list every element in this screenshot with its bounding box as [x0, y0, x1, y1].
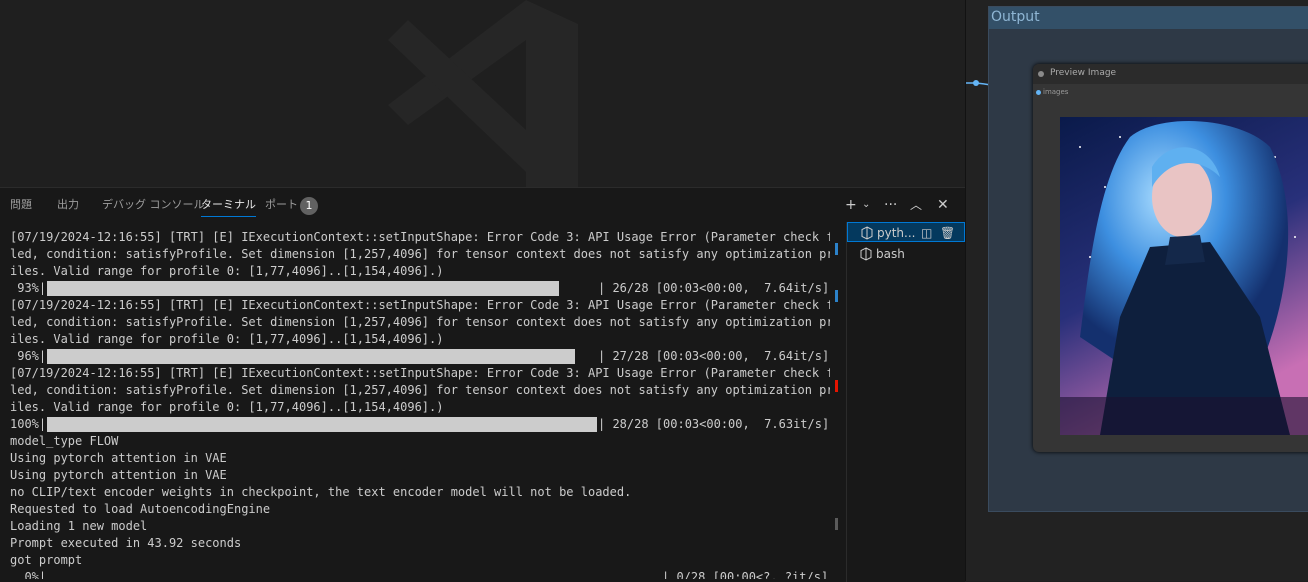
terminal-line: [07/19/2024-12:16:55] [TRT] [E] IExecuti… [10, 230, 830, 244]
vscode-watermark-icon [388, 0, 578, 187]
terminal-line: led, condition: satisfyProfile. Set dime… [10, 383, 830, 397]
terminal-python-icon [861, 226, 873, 240]
terminal-line: Using pytorch attention in VAE [10, 468, 227, 482]
node-collapse-dot-icon[interactable] [1038, 71, 1044, 77]
terminal-name: pyth... [877, 226, 916, 240]
preview-image-node[interactable]: Preview Image images [1033, 64, 1308, 452]
scroll-marker-info [835, 290, 838, 302]
progress-line: 100%| | 28/28 [00:03<00:00, 7.63it/s] [10, 416, 830, 433]
tab-problems[interactable]: 問題 [10, 198, 32, 216]
preview-image [1060, 117, 1308, 435]
ports-count-badge: 1 [300, 197, 318, 215]
progress-stats: | 28/28 [00:03<00:00, 7.63it/s] [598, 417, 830, 431]
terminal-line-highlighted: Prompt executed in 43.92 seconds [10, 536, 242, 550]
terminal-list-item-python[interactable]: pyth... ◫ 🗑 [847, 222, 965, 242]
vscode-window: 問題 出力 デバッグ コンソール ターミナル ポート 1 + ⌄ ··· ︿ ✕… [0, 0, 965, 582]
split-icon[interactable]: ◫ [921, 223, 932, 243]
panel-tabs: 問題 出力 デバッグ コンソール ターミナル ポート 1 [0, 188, 830, 222]
bottom-panel: 問題 出力 デバッグ コンソール ターミナル ポート 1 + ⌄ ··· ︿ ✕… [0, 187, 965, 582]
progress-stats: | 27/28 [00:03<00:00, 7.64it/s] [598, 349, 830, 363]
progress-line: 96%| | 27/28 [00:03<00:00, 7.64it/s] [10, 348, 830, 365]
chevron-down-icon[interactable]: ⌄ [862, 197, 870, 213]
progress-bar [47, 281, 559, 296]
close-icon[interactable]: ✕ [937, 197, 949, 213]
terminal-line: Requested to load AutoencodingEngine [10, 502, 271, 516]
group-title[interactable]: Output [989, 7, 1308, 29]
progress-bar [47, 417, 597, 432]
terminal-line: led, condition: satisfyProfile. Set dime… [10, 247, 830, 261]
terminal-line: led, condition: satisfyProfile. Set dime… [10, 315, 830, 329]
trash-icon[interactable]: 🗑 [940, 223, 955, 243]
progress-stats: | 26/28 [00:03<00:00, 7.64it/s] [598, 281, 830, 295]
input-slot-icon[interactable] [1036, 90, 1041, 95]
terminal-list: pyth... ◫ 🗑 bash [846, 222, 966, 582]
terminal-bash-icon [860, 247, 872, 261]
progress-percent: 0%| [10, 570, 47, 579]
tab-ports[interactable]: ポート [265, 198, 298, 216]
terminal-list-item-bash[interactable]: bash [847, 244, 965, 264]
progress-line: 0%| | 0/28 [00:00<?, ?it/s] [10, 569, 830, 579]
node-title-bar[interactable]: Preview Image [1033, 64, 1308, 84]
progress-percent: 96%| [10, 349, 47, 363]
terminal-line: iles. Valid range for profile 0: [1,77,4… [10, 264, 444, 278]
terminal-line: iles. Valid range for profile 0: [1,77,4… [10, 400, 444, 414]
terminal-line: got prompt [10, 553, 83, 567]
editor-empty-area [0, 0, 965, 187]
node-title: Preview Image [1050, 68, 1117, 78]
scroll-marker-info [835, 243, 838, 255]
tab-output[interactable]: 出力 [57, 198, 79, 216]
progress-line: 93%| | 26/28 [00:03<00:00, 7.64it/s] [10, 280, 830, 297]
scroll-marker-error [835, 380, 838, 392]
plus-icon[interactable]: + [845, 197, 857, 213]
terminal-line: no CLIP/text encoder weights in checkpoi… [10, 485, 632, 499]
scrollbar-thumb[interactable] [835, 518, 838, 530]
progress-percent: 93%| [10, 281, 47, 295]
terminal-line: Using pytorch attention in VAE [10, 451, 227, 465]
terminal-output[interactable]: [07/19/2024-12:16:55] [TRT] [E] IExecuti… [10, 229, 830, 579]
terminal-line: iles. Valid range for profile 0: [1,77,4… [10, 332, 444, 346]
progress-percent: 100%| [10, 417, 47, 431]
terminal-line: model_type FLOW [10, 434, 119, 448]
input-slot-label: images [1043, 88, 1069, 96]
terminal-line: Loading 1 new model [10, 519, 148, 533]
chevron-up-icon[interactable]: ︿ [910, 197, 922, 213]
tab-terminal[interactable]: ターミナル [201, 198, 256, 217]
tab-debug-console[interactable]: デバッグ コンソール [102, 198, 205, 216]
terminal-name: bash [876, 247, 905, 261]
progress-bar [47, 349, 575, 364]
terminal-line: [07/19/2024-12:16:55] [TRT] [E] IExecuti… [10, 366, 830, 380]
terminal-line: [07/19/2024-12:16:55] [TRT] [E] IExecuti… [10, 298, 830, 312]
progress-stats: | 0/28 [00:00<?, ?it/s] [662, 570, 829, 579]
ellipsis-icon[interactable]: ··· [884, 197, 897, 213]
